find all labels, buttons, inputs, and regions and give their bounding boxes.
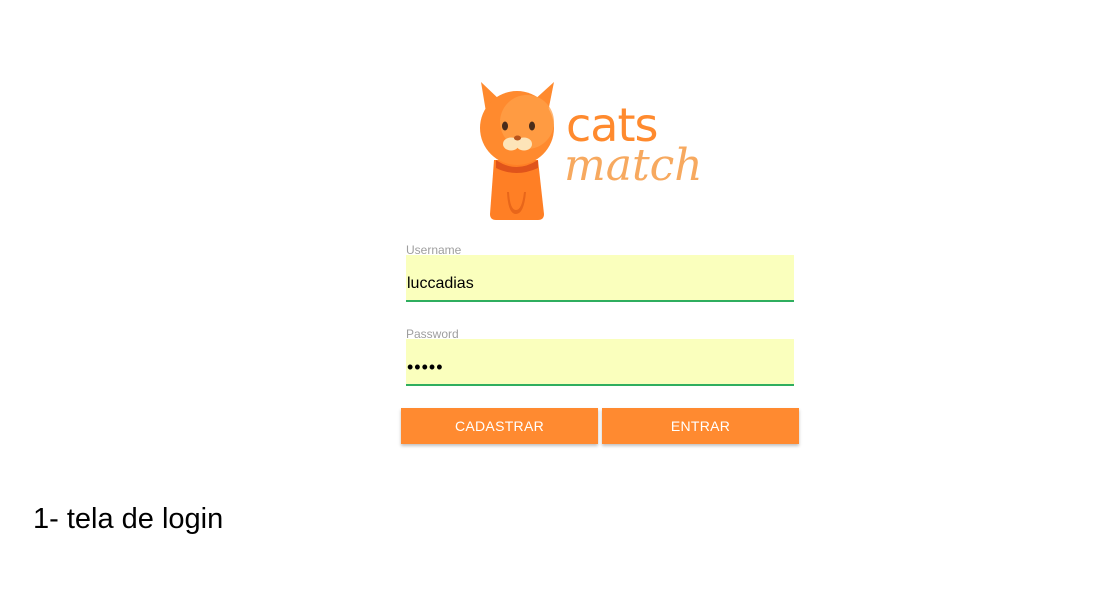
cat-mascot-icon: [480, 82, 554, 220]
password-input[interactable]: [406, 339, 794, 386]
password-label: Password: [406, 327, 459, 341]
login-button[interactable]: ENTRAR: [602, 408, 799, 444]
username-label: Username: [406, 243, 462, 257]
screen-caption: 1- tela de login: [33, 503, 224, 535]
login-screen: cats match Username Password CADASTRAR E…: [0, 0, 1093, 605]
register-button[interactable]: CADASTRAR: [401, 408, 598, 444]
cats-match-logo: cats match: [478, 82, 734, 222]
password-field: Password: [406, 328, 794, 386]
username-input[interactable]: [406, 255, 794, 302]
logo-word-match: match: [564, 140, 703, 191]
username-field: Username: [406, 244, 794, 302]
